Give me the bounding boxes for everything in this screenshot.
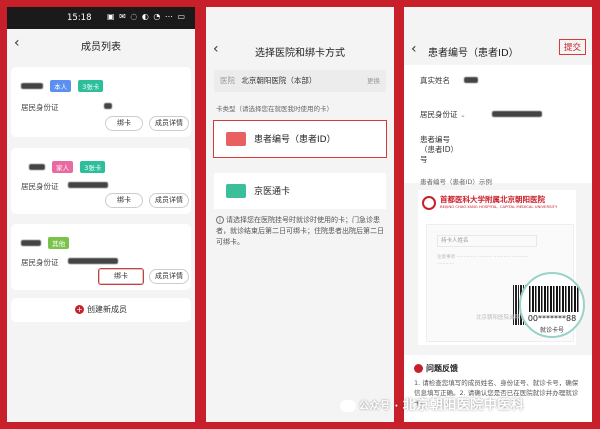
member-card: 其他 居民身份证 绑卡 成员详情: [11, 224, 191, 290]
switch-hospital-link[interactable]: 更换: [367, 70, 380, 92]
tag-family: 家人: [52, 160, 74, 173]
hospital-logo-icon: [422, 196, 436, 210]
nav-bar: ‹ 选择医院和绑卡方式: [206, 35, 394, 65]
info-icon: i: [216, 216, 224, 224]
hospital-logo-subtitle: BEIJING CHAO-YANG HOSPITAL, CAPITAL MEDI…: [440, 204, 558, 209]
patient-id-form-screen: ‹ 患者编号（患者ID） 提交 真实姓名 居民身份证 ⌄ 患者编号（患者ID）号…: [402, 5, 594, 424]
create-member-label: 创建新成员: [87, 305, 127, 314]
tag-cards: 3张卡: [80, 160, 106, 173]
choose-hospital-screen: ‹ 选择医院和绑卡方式 医院 北京朝阳医院（本部） 更换 卡类型（请选择您在就医…: [204, 5, 396, 424]
sample-name-field: 持卡人姓名: [437, 235, 537, 247]
wechat-icon: [340, 399, 356, 412]
bind-card-button[interactable]: 绑卡: [105, 116, 143, 131]
member-card: 家人 3张卡 居民身份证 绑卡 成员详情: [11, 148, 191, 214]
id-number-blurred: [103, 102, 112, 109]
member-name-blurred: [29, 163, 45, 170]
id-number-blurred: [67, 257, 118, 264]
feedback-title-row: 问题反馈: [414, 363, 584, 374]
tag-self: 本人: [50, 79, 72, 92]
option-jingyitong-label: 京医通卡: [254, 187, 291, 197]
member-name-blurred: [21, 239, 41, 246]
member-list-screen: 15:18 ▣ ✉ ◌ ◐ ◔ ⋯ ▭ ‹ 成员列表 本人 3张卡 居民身份证 …: [5, 5, 197, 424]
card-type-hint: 卡类型（请选择您在就医我时使用的卡）: [216, 105, 333, 113]
member-detail-button[interactable]: 成员详情: [149, 269, 189, 284]
status-icons: ▣ ✉ ◌ ◐ ◔ ⋯ ▭: [107, 12, 187, 21]
patient-id-row[interactable]: 患者编号（患者ID）号: [404, 129, 592, 164]
name-value-blurred: [464, 77, 478, 83]
member-detail-button[interactable]: 成员详情: [149, 193, 189, 208]
binding-note: i 请选择您在医院挂号时就诊时使用的卡；门急诊患者，就诊结束后第二日可绑卡；住院患…: [216, 215, 386, 248]
id-number-blurred: [67, 181, 108, 188]
card-number-caption: 就诊卡号: [539, 327, 564, 334]
page-title: 成员列表: [81, 42, 121, 53]
id-type-label: 居民身份证: [21, 182, 59, 191]
question-icon: [414, 364, 423, 373]
id-type-label: 居民身份证: [21, 258, 59, 267]
hospital-key: 医院: [220, 76, 235, 85]
id-label: 居民身份证: [420, 110, 458, 119]
name-label: 真实姓名: [420, 76, 450, 85]
member-detail-button[interactable]: 成员详情: [149, 116, 189, 131]
name-row[interactable]: 真实姓名: [404, 69, 592, 91]
submit-button[interactable]: 提交: [558, 39, 586, 55]
option-patient-id-label: 患者编号（患者ID）: [254, 135, 336, 145]
sample-fineprint: 注意事项 ·············· ·········· ·········…: [437, 255, 528, 267]
patient-id-label: 患者编号（患者ID）号: [420, 135, 458, 164]
member-name-blurred: [21, 82, 43, 89]
id-value-blurred: [492, 111, 542, 117]
back-icon[interactable]: ‹: [411, 41, 417, 57]
nav-bar: ‹ 患者编号（患者ID） 提交: [404, 35, 592, 65]
watermark-prefix: 公众号 ·: [359, 401, 399, 412]
status-bar: 15:18 ▣ ✉ ◌ ◐ ◔ ⋯ ▭: [7, 7, 195, 29]
feedback-title: 问题反馈: [426, 364, 458, 373]
option-jingyitong[interactable]: 京医通卡: [214, 173, 386, 209]
barcode-zoom: [529, 286, 579, 312]
member-card: 本人 3张卡 居民身份证 绑卡 成员详情: [11, 67, 191, 137]
barcode-magnifier: 00*******88 就诊卡号: [519, 272, 585, 338]
status-time: 15:18: [67, 13, 92, 23]
example-label: 患者编号（患者ID）示例: [420, 178, 492, 186]
binding-note-text: 请选择您在医院挂号时就诊时使用的卡；门急诊患者，就诊结束后第二日可绑卡；住院患者…: [216, 216, 384, 246]
card-icon: [226, 184, 246, 198]
id-type-label: 居民身份证: [21, 103, 59, 112]
page-title: 选择医院和绑卡方式: [255, 48, 345, 59]
chevron-down-icon: ⌄: [460, 111, 466, 119]
bind-card-button-highlighted[interactable]: 绑卡: [98, 268, 144, 285]
card-number: 00*******88: [527, 314, 577, 323]
id-row[interactable]: 居民身份证 ⌄: [404, 103, 592, 125]
hospital-selector[interactable]: 医院 北京朝阳医院（本部） 更换: [214, 70, 386, 92]
tag-other: 其他: [48, 236, 70, 249]
watermark-text: 北京朝阳医院中医科: [402, 398, 525, 413]
watermark: 公众号 · 北京朝阳医院中医科: [340, 394, 524, 413]
hospital-name: 北京朝阳医院（本部）: [241, 76, 317, 85]
id-card-icon: [226, 132, 246, 146]
plus-icon: +: [75, 305, 84, 314]
tag-cards: 3张卡: [78, 79, 104, 92]
nav-bar: ‹ 成员列表: [7, 29, 195, 59]
option-patient-id[interactable]: 患者编号（患者ID）: [213, 120, 387, 158]
create-member-button[interactable]: + 创建新成员: [11, 298, 191, 322]
bind-card-button[interactable]: 绑卡: [105, 193, 143, 208]
